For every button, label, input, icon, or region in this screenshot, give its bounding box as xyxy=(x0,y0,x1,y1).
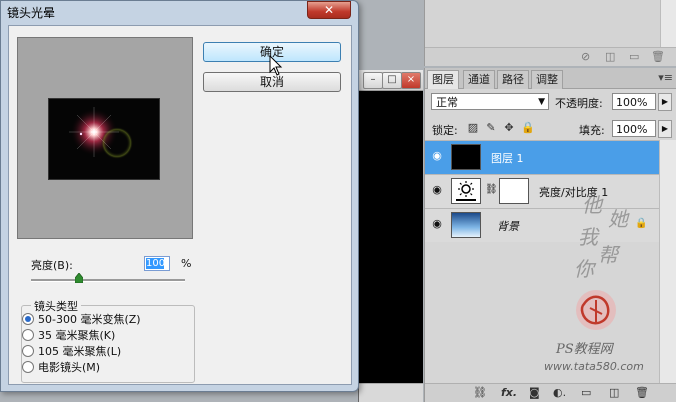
trash-icon[interactable]: 🗑 xyxy=(651,50,665,63)
brightness-unit: % xyxy=(181,257,192,270)
brightness-slider-track[interactable] xyxy=(31,279,185,282)
radio-selected[interactable] xyxy=(22,313,34,325)
layers-panel-tabs: 图层 通道 路径 调整 ▾≡ xyxy=(425,68,676,89)
layer-name: 图层 1 xyxy=(491,152,524,165)
layers-panel-footer: ⛓ fx. ◙ ◐. ▭ ◫ 🗑 xyxy=(425,383,676,402)
lens-option-label: 电影镜头(M) xyxy=(38,361,101,374)
new-layer-icon[interactable]: ◫ xyxy=(609,386,619,399)
lens-option-label: 35 毫米聚焦(K) xyxy=(38,329,116,342)
layers-panel: 图层 通道 路径 调整 ▾≡ 正常 ▼ 不透明度: 100% ▶ 锁定: ▨ ✎… xyxy=(424,68,676,402)
lens-flare-dialog: 镜头光晕 ✕ 确定 取消 亮度(B): 100 % 镜头类型 50-300 毫米… xyxy=(0,0,359,392)
maximize-button[interactable]: □ xyxy=(382,72,402,89)
fill-flyout-button[interactable]: ▶ xyxy=(658,120,672,138)
minimize-button[interactable]: – xyxy=(363,72,383,89)
fill-field[interactable]: 100% xyxy=(612,120,656,137)
eye-icon[interactable]: ◉ xyxy=(430,184,444,196)
document-window: – □ × xyxy=(358,70,423,402)
lock-label: 锁定: xyxy=(432,124,458,137)
new-document-icon[interactable]: ◫ xyxy=(605,50,615,63)
fill-label: 填充: xyxy=(579,124,605,137)
brightness-input[interactable]: 100 xyxy=(144,256,170,271)
blend-mode-value: 正常 xyxy=(436,96,458,109)
new-group-icon[interactable]: ▭ xyxy=(581,386,591,399)
close-dialog-button[interactable]: ✕ xyxy=(307,1,351,19)
lens-option-movie-prime[interactable]: 电影镜头(M) xyxy=(22,361,100,375)
trash-icon[interactable]: 🗑 xyxy=(635,386,649,399)
layer-mask-thumbnail[interactable] xyxy=(499,178,529,204)
lens-option-35[interactable]: 35 毫米聚焦(K) xyxy=(22,329,115,343)
lens-option-label: 105 毫米聚焦(L) xyxy=(38,345,122,358)
history-scrollbar[interactable] xyxy=(660,0,676,48)
adjustment-layer-icon[interactable]: ◐. xyxy=(553,386,566,399)
layer-row-background[interactable]: ◉ 背景 🔒 xyxy=(425,208,659,242)
opacity-label: 不透明度: xyxy=(555,97,603,110)
lock-brush-icon[interactable]: ✎ xyxy=(485,122,497,134)
layer-row-layer1[interactable]: ◉ 图层 1 xyxy=(425,140,659,174)
layer-name: 亮度/对比度 1 xyxy=(539,186,609,199)
blend-mode-select[interactable]: 正常 ▼ xyxy=(431,93,549,110)
brightness-slider-thumb[interactable] xyxy=(74,273,83,283)
history-panel: ⊘ ◫ ▭ 🗑 xyxy=(424,0,676,66)
lock-transparency-icon[interactable]: ▨ xyxy=(467,122,479,134)
tab-adjustments[interactable]: 调整 xyxy=(531,70,563,89)
preview-image[interactable] xyxy=(48,98,160,180)
adjustment-icon xyxy=(451,178,481,204)
lens-option-label: 50-300 毫米变焦(Z) xyxy=(38,313,141,326)
opacity-flyout-button[interactable]: ▶ xyxy=(658,93,672,111)
link-layers-icon[interactable]: ⛓ xyxy=(473,386,487,399)
radio-unselected[interactable] xyxy=(22,329,34,341)
opacity-field[interactable]: 100% xyxy=(612,93,656,110)
lock-all-icon[interactable]: 🔒 xyxy=(521,122,535,134)
chevron-down-icon: ▼ xyxy=(538,97,545,107)
layer-thumbnail xyxy=(451,144,481,170)
panel-menu-icon[interactable]: ▾≡ xyxy=(658,71,673,84)
dialog-client-area: 确定 取消 亮度(B): 100 % 镜头类型 50-300 毫米变焦(Z) 3… xyxy=(8,25,352,385)
chain-link-icon[interactable]: ⛓ xyxy=(485,184,498,195)
document-titlebar: – □ × xyxy=(359,70,423,91)
layer-row-brightness-contrast[interactable]: ◉ ⛓ 亮度/对比度 1 xyxy=(425,174,659,208)
layers-scrollbar[interactable] xyxy=(659,140,676,386)
brightness-value: 100 xyxy=(146,258,166,269)
lens-option-105[interactable]: 105 毫米聚焦(L) xyxy=(22,345,121,359)
new-state-icon[interactable]: ▭ xyxy=(629,50,639,63)
background-lock-icon: 🔒 xyxy=(635,218,648,229)
eye-icon[interactable]: ◉ xyxy=(430,218,444,230)
brightness-label: 亮度(B): xyxy=(31,259,73,272)
dialog-title: 镜头光晕 xyxy=(7,6,56,20)
layer-thumbnail xyxy=(451,212,481,238)
radio-unselected[interactable] xyxy=(22,345,34,357)
layer-name: 背景 xyxy=(497,220,519,233)
tab-paths[interactable]: 路径 xyxy=(497,70,529,89)
flare-preview[interactable] xyxy=(17,37,193,239)
close-document-button[interactable]: × xyxy=(401,72,421,89)
add-mask-icon[interactable]: ◙ xyxy=(529,386,540,399)
snapshot-icon[interactable]: ⊘ xyxy=(581,50,590,63)
lens-option-50-300[interactable]: 50-300 毫米变焦(Z) xyxy=(22,313,141,327)
document-horizontal-scrollbar[interactable] xyxy=(359,383,423,402)
tab-channels[interactable]: 通道 xyxy=(463,70,495,89)
mouse-cursor-icon xyxy=(269,55,283,76)
radio-unselected[interactable] xyxy=(22,361,34,373)
lens-type-label: 镜头类型 xyxy=(31,298,81,314)
lock-move-icon[interactable]: ✥ xyxy=(503,122,515,134)
eye-icon[interactable]: ◉ xyxy=(430,150,444,162)
history-panel-footer: ⊘ ◫ ▭ 🗑 xyxy=(425,47,676,66)
fx-icon[interactable]: fx. xyxy=(501,386,517,399)
tab-layers[interactable]: 图层 xyxy=(427,70,459,89)
